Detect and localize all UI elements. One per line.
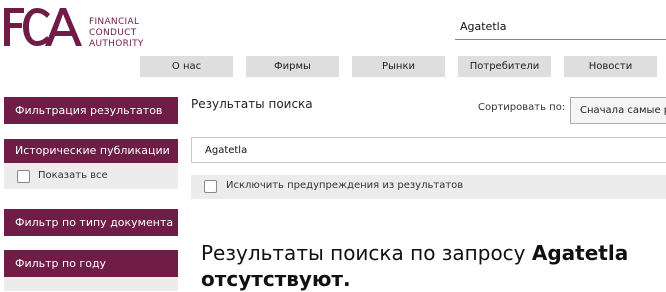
nav-item-news[interactable]: Новости: [564, 56, 657, 77]
fca-logo-mark: [4, 8, 82, 46]
exclude-warnings-row: Исключить предупреждения из результатов: [191, 175, 666, 199]
no-results-query: Agatetla: [531, 241, 629, 265]
nav-item-about[interactable]: О нас: [140, 56, 233, 77]
year-filter-body: [4, 277, 178, 291]
results-search-input[interactable]: [191, 137, 666, 163]
nav-item-firms[interactable]: Фирмы: [246, 56, 339, 77]
filter-results-header[interactable]: Фильтрация результатов: [4, 97, 178, 124]
show-all-label: Показать все: [38, 170, 108, 181]
no-results-suffix: отсутствуют.: [201, 267, 351, 291]
exclude-warnings-label: Исключить предупреждения из результатов: [226, 180, 464, 191]
sort-label: Сортировать по:: [478, 102, 566, 113]
historical-publications-header[interactable]: Исторические публикации: [4, 139, 178, 163]
site-search-input[interactable]: [455, 10, 666, 40]
no-results-prefix: Результаты поиска по запросу: [201, 241, 532, 265]
fca-logo[interactable]: FINANCIAL CONDUCT AUTHORITY: [2, 4, 182, 50]
results-title: Результаты поиска: [191, 97, 313, 111]
no-results-message: Результаты поиска по запросу Agatetla отс…: [201, 240, 661, 292]
exclude-warnings-checkbox[interactable]: [204, 180, 217, 193]
sort-select[interactable]: Сначала самые релевантные: [570, 97, 666, 124]
fca-logo-text: FINANCIAL CONDUCT AUTHORITY: [89, 17, 144, 49]
year-filter-header[interactable]: Фильтр по году: [4, 250, 178, 277]
nav-item-consumers[interactable]: Потребители: [458, 56, 551, 77]
nav-item-markets[interactable]: Рынки: [352, 56, 445, 77]
historical-show-all-row: Показать все: [4, 163, 178, 189]
show-all-checkbox[interactable]: [17, 170, 30, 183]
doc-type-filter-header[interactable]: Фильтр по типу документа: [4, 209, 178, 236]
